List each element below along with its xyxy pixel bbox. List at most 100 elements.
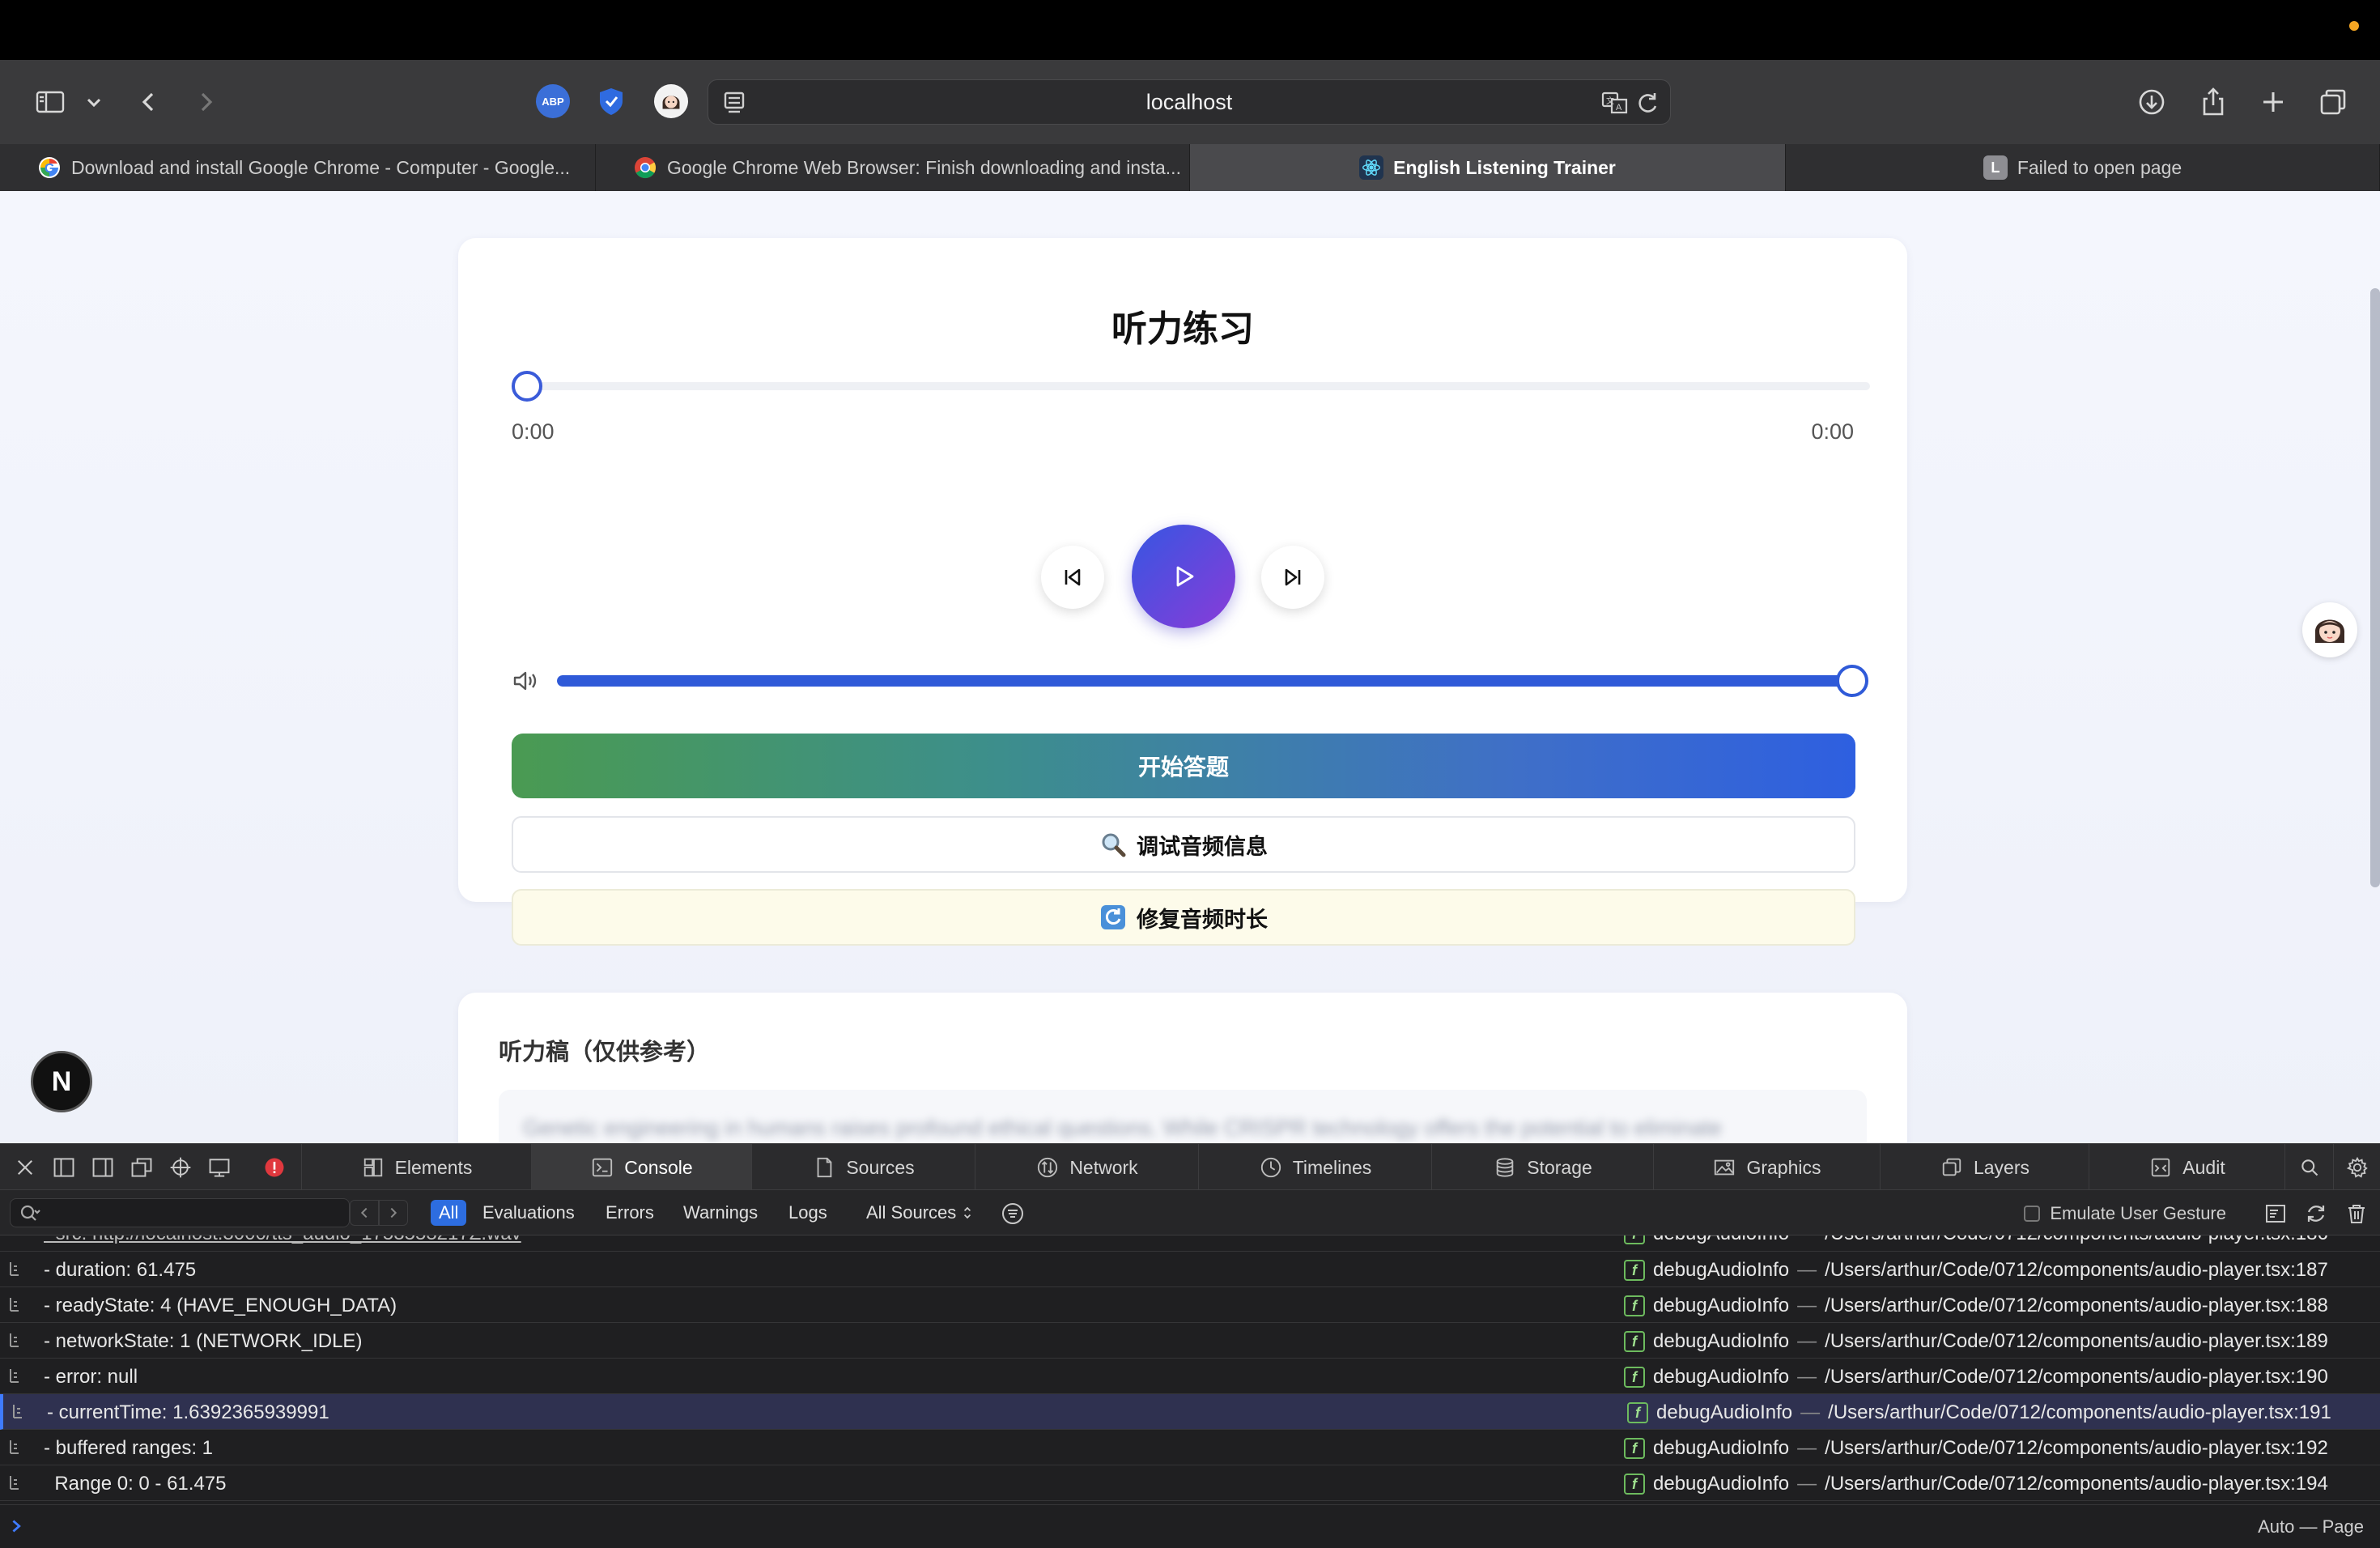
preserve-log-icon[interactable] <box>2263 1201 2288 1226</box>
console-row[interactable]: - duration: 61.475 f debugAudioInfo —/User… <box>0 1252 2380 1287</box>
previous-match-icon[interactable] <box>350 1200 379 1226</box>
volume-slider[interactable] <box>557 675 1852 687</box>
tab-failed-to-open[interactable]: L Failed to open page <box>1786 144 2380 191</box>
search-button[interactable] <box>2284 1144 2333 1191</box>
tab-chrome-finish-download[interactable]: Google Chrome Web Browser: Finish downlo… <box>596 144 1190 191</box>
assistant-avatar-icon[interactable] <box>2302 602 2357 657</box>
error-indicator-icon[interactable] <box>261 1154 288 1181</box>
filter-warnings[interactable]: Warnings <box>675 1200 766 1226</box>
fix-duration-button[interactable]: 修复音频时长 <box>512 889 1855 946</box>
close-icon[interactable] <box>11 1154 39 1181</box>
adblock-extension-icon[interactable]: ABP <box>536 84 570 118</box>
search-icon <box>2299 1157 2320 1178</box>
tab-overview-icon[interactable] <box>2315 84 2351 120</box>
next-button[interactable] <box>1261 546 1324 609</box>
log-group-icon <box>8 1295 21 1313</box>
progress-knob[interactable] <box>512 371 542 402</box>
start-quiz-button[interactable]: 开始答题 <box>512 734 1855 798</box>
console-row[interactable]: - error: null f debugAudioInfo —/Users/art… <box>0 1359 2380 1394</box>
tab-network[interactable]: Network <box>975 1144 1198 1191</box>
console-source[interactable]: fdebugAudioInfo—/Users/arthur/Code/0712/… <box>1624 1235 2328 1245</box>
next-match-icon[interactable] <box>379 1200 408 1226</box>
debug-audio-button[interactable]: 调试音频信息 <box>512 816 1855 873</box>
trash-icon[interactable] <box>2344 1201 2369 1226</box>
console-row[interactable]: - networkState: 1 (NETWORK_IDLE) f debugA… <box>0 1323 2380 1359</box>
profile-extension-icon[interactable] <box>654 84 688 118</box>
address-bar[interactable]: localhost 文A <box>708 79 1671 125</box>
filter-errors[interactable]: Errors <box>597 1200 662 1226</box>
console-row[interactable]: Range 0: 0 - 61.475 f debugAudioInfo —/Use… <box>0 1465 2380 1501</box>
tab-timelines[interactable]: Timelines <box>1198 1144 1431 1191</box>
source-path: /Users/arthur/Code/0712/components/audio… <box>1825 1259 2328 1281</box>
tab-layers[interactable]: Layers <box>1880 1144 2089 1191</box>
layers-icon <box>1940 1155 1964 1180</box>
filter-all[interactable]: All <box>431 1200 467 1226</box>
tab-title: Download and install Google Chrome - Com… <box>71 156 571 178</box>
console-row-selected[interactable]: - currentTime: 1.6392365939991 f debugAud… <box>0 1394 2380 1430</box>
filter-evaluations[interactable]: Evaluations <box>474 1200 583 1226</box>
tab-graphics[interactable]: Graphics <box>1653 1144 1880 1191</box>
device-icon[interactable] <box>206 1154 233 1181</box>
tab-download-chrome[interactable]: G Download and install Google Chrome - C… <box>0 144 596 191</box>
reload-console-icon[interactable] <box>2304 1201 2328 1226</box>
transcript-card: 听力稿（仅供参考） Genetic engineering in humans … <box>458 993 1907 1143</box>
volume-knob[interactable] <box>1836 665 1868 697</box>
filter-input[interactable] <box>10 1198 350 1227</box>
log-group-icon <box>8 1474 21 1491</box>
transcript-blurred-text: Genetic engineering in humans raises pro… <box>523 1116 1722 1140</box>
new-tab-icon[interactable] <box>2255 84 2291 120</box>
console-prompt[interactable]: Auto — Page <box>0 1504 2380 1548</box>
chevron-down-icon[interactable] <box>78 84 110 120</box>
emulate-checkbox[interactable] <box>2024 1206 2041 1222</box>
back-icon[interactable] <box>131 84 167 120</box>
console-source[interactable]: fdebugAudioInfo—/Users/arthur/Code/0712/… <box>1624 1295 2328 1317</box>
tab-english-listening-trainer[interactable]: English Listening Trainer <box>1190 144 1786 191</box>
volume-icon[interactable] <box>512 667 539 695</box>
tab-audit[interactable]: Audit <box>2089 1144 2284 1191</box>
forward-icon[interactable] <box>188 84 223 120</box>
tab-label: Storage <box>1527 1156 1592 1178</box>
dock-left-icon[interactable] <box>50 1154 78 1181</box>
previous-button[interactable] <box>1041 546 1104 609</box>
console-message: - error: null <box>44 1366 138 1388</box>
translate-icon[interactable]: 文A <box>1600 88 1630 117</box>
adblock-label: ABP <box>542 95 564 108</box>
debug-audio-label: 调试音频信息 <box>1137 834 1268 859</box>
share-icon[interactable] <box>2195 84 2231 120</box>
tab-elements[interactable]: Elements <box>301 1144 531 1191</box>
console-row[interactable]: - readyState: 4 (HAVE_ENOUGH_DATA) f debu… <box>0 1287 2380 1323</box>
console-source[interactable]: fdebugAudioInfo—/Users/arthur/Code/0712/… <box>1624 1259 2328 1282</box>
nextjs-dev-badge[interactable]: N <box>31 1051 92 1112</box>
play-button[interactable] <box>1132 525 1235 628</box>
reload-icon[interactable] <box>1633 88 1662 117</box>
settings-button[interactable] <box>2333 1144 2380 1191</box>
shield-extension-icon[interactable] <box>594 84 628 118</box>
undock-icon[interactable] <box>128 1154 155 1181</box>
execution-context-select[interactable]: Auto — Page <box>2258 1516 2364 1537</box>
console-source[interactable]: fdebugAudioInfo—/Users/arthur/Code/0712/… <box>1624 1330 2328 1353</box>
dock-right-icon[interactable] <box>89 1154 117 1181</box>
page-scrollbar[interactable] <box>2370 288 2380 887</box>
crosshair-icon[interactable] <box>167 1154 194 1181</box>
console-message: - networkState: 1 (NETWORK_IDLE) <box>44 1330 363 1352</box>
console-source[interactable]: fdebugAudioInfo—/Users/arthur/Code/0712/… <box>1627 1401 2331 1424</box>
downloads-icon[interactable] <box>2134 84 2170 120</box>
progress-track[interactable] <box>526 382 1870 390</box>
source-path: /Users/arthur/Code/0712/components/audio… <box>1825 1330 2328 1352</box>
console-source[interactable]: fdebugAudioInfo—/Users/arthur/Code/0712/… <box>1624 1473 2328 1495</box>
source-path: /Users/arthur/Code/0712/components/audio… <box>1825 1366 2328 1388</box>
console-row[interactable]: - src: http://localhost:3000/tts_audio_1… <box>0 1235 2380 1252</box>
filter-logs[interactable]: Logs <box>780 1200 835 1226</box>
console-source[interactable]: fdebugAudioInfo—/Users/arthur/Code/0712/… <box>1624 1366 2328 1389</box>
tab-console[interactable]: Console <box>531 1144 751 1191</box>
emulate-user-gesture[interactable]: Emulate User Gesture <box>2024 1203 2226 1224</box>
tab-sources[interactable]: Sources <box>751 1144 975 1191</box>
sidebar-toggle-icon[interactable] <box>32 84 68 120</box>
page-title: 听力练习 <box>1111 309 1254 349</box>
console-source[interactable]: fdebugAudioInfo—/Users/arthur/Code/0712/… <box>1624 1437 2328 1460</box>
sources-select[interactable]: All Sources <box>858 1200 980 1226</box>
tab-storage[interactable]: Storage <box>1431 1144 1653 1191</box>
filter-options-icon[interactable] <box>1001 1201 1025 1226</box>
chrome-logo-icon <box>633 155 657 180</box>
console-row[interactable]: - buffered ranges: 1 f debugAudioInfo —/Us… <box>0 1430 2380 1465</box>
